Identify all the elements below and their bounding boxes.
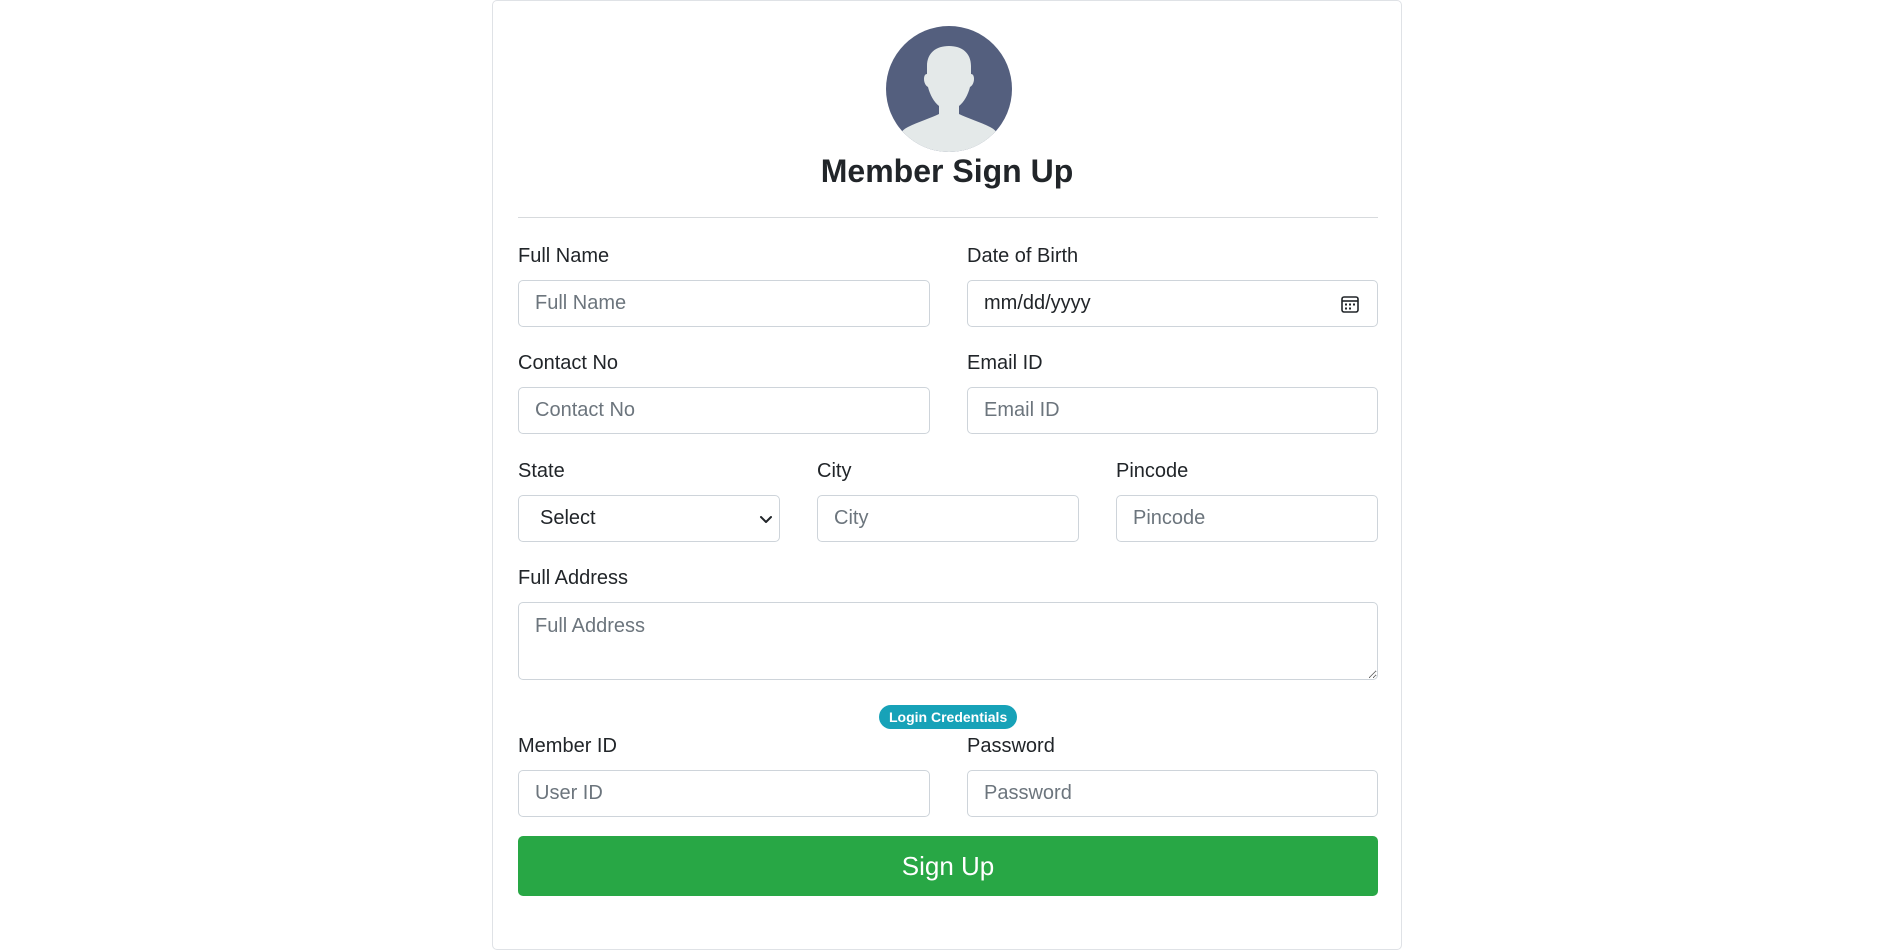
address-textarea[interactable] bbox=[518, 602, 1378, 680]
page-title: Member Sign Up bbox=[820, 153, 1074, 189]
member-id-label: Member ID bbox=[518, 735, 617, 757]
avatar bbox=[886, 26, 1012, 152]
password-input[interactable] bbox=[967, 770, 1378, 817]
login-credentials-badge: Login Credentials bbox=[879, 705, 1018, 729]
user-silhouette-icon bbox=[886, 26, 1012, 152]
dob-input[interactable]: mm/dd/yyyy bbox=[967, 280, 1378, 327]
contact-input[interactable] bbox=[518, 387, 930, 434]
full-name-input[interactable] bbox=[518, 280, 930, 327]
signup-card: Member Sign Up Full Name Date of Birth m… bbox=[492, 0, 1402, 950]
contact-label: Contact No bbox=[518, 352, 619, 374]
pincode-label: Pincode bbox=[1116, 460, 1189, 482]
dob-label: Date of Birth bbox=[967, 245, 1079, 267]
city-label: City bbox=[817, 460, 852, 482]
sign-up-button[interactable]: Sign Up bbox=[518, 836, 1378, 896]
state-label: State bbox=[518, 460, 565, 482]
dob-placeholder: mm/dd/yyyy bbox=[984, 292, 1091, 314]
member-id-input[interactable] bbox=[518, 770, 930, 817]
password-label: Password bbox=[967, 735, 1055, 757]
city-input[interactable] bbox=[817, 495, 1079, 542]
full-name-label: Full Name bbox=[518, 245, 610, 267]
address-label: Full Address bbox=[518, 567, 629, 589]
pincode-input[interactable] bbox=[1116, 495, 1378, 542]
divider bbox=[518, 217, 1378, 218]
calendar-icon[interactable] bbox=[1341, 295, 1359, 313]
chevron-down-icon bbox=[760, 515, 772, 523]
state-select[interactable]: Select bbox=[518, 495, 780, 542]
state-selected-value: Select bbox=[540, 507, 596, 529]
email-label: Email ID bbox=[967, 352, 1043, 374]
email-input[interactable] bbox=[967, 387, 1378, 434]
